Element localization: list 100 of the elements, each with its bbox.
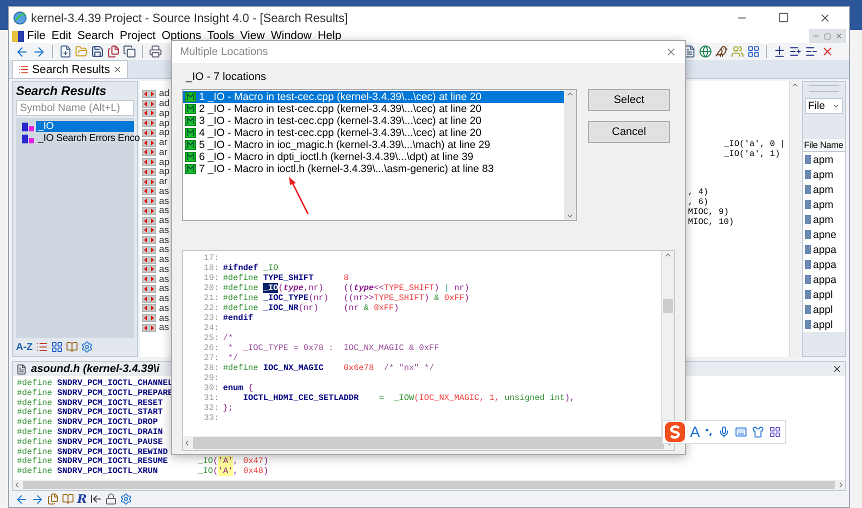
menu-item[interactable]: File (24, 30, 49, 42)
punctuation-icon[interactable] (705, 427, 714, 437)
location-item[interactable]: 1 _IO - Macro in test-cec.cpp (kernel-3.4.39\...\cec) at line 20 (183, 91, 564, 103)
grid-icon[interactable] (769, 426, 782, 438)
files-icon[interactable] (47, 493, 59, 505)
symbol-name-field[interactable]: Symbol Name (Alt+L) (16, 100, 134, 116)
diff-icon[interactable] (773, 45, 786, 58)
relation-button[interactable]: R (77, 492, 87, 506)
list-minus-icon[interactable] (805, 45, 818, 58)
tree-item[interactable]: _IO Search Errors Enco (36, 133, 142, 144)
column-header[interactable]: File Name (803, 139, 845, 152)
location-item[interactable]: 2 _IO - Macro in test-cec.cpp (kernel-3.4.39\...\cec) at line 20 (183, 103, 564, 115)
input-method-logo[interactable] (665, 422, 685, 442)
arrows-icon[interactable] (142, 314, 156, 322)
location-item[interactable]: 3 _IO - Macro in test-cec.cpp (kernel-3.4.39\...\cec) at line 20 (183, 115, 564, 127)
menu-item[interactable]: Search (74, 30, 117, 42)
arrows-icon[interactable] (142, 236, 156, 244)
arrows-icon[interactable] (142, 216, 156, 225)
microphone-icon[interactable] (718, 426, 730, 438)
globe-icon[interactable] (699, 45, 712, 58)
menu-item[interactable]: Tools (204, 30, 238, 42)
arrows-icon[interactable] (142, 226, 156, 234)
search-results-tab[interactable]: Search Results (12, 60, 128, 78)
back-icon[interactable] (15, 492, 28, 506)
scroll-up-icon[interactable] (566, 90, 574, 98)
tree-item[interactable]: _IO (36, 121, 134, 132)
menu-app-icon[interactable] (12, 30, 24, 42)
location-item[interactable]: 5 _IO - Macro in ioc_magic.h (kernel-3.4.39\...\mach) at line 29 (183, 139, 564, 151)
arrows-icon[interactable] (142, 178, 156, 186)
arrows-icon[interactable] (142, 168, 156, 176)
scroll-up-icon[interactable] (791, 81, 799, 89)
arrows-icon[interactable] (142, 128, 156, 137)
horizontal-scrollbar[interactable] (183, 436, 674, 450)
menu-item[interactable]: Project (116, 30, 159, 42)
arrows-icon[interactable] (142, 148, 156, 156)
arrows-icon[interactable] (142, 324, 156, 332)
bird-icon[interactable] (715, 45, 728, 58)
location-item[interactable]: 7 _IO - Macro in ioctl.h (kernel-3.4.39\...\asm-generic) at line 83 (183, 163, 564, 175)
arrows-icon[interactable] (142, 158, 156, 166)
symbols-icon[interactable] (50, 341, 63, 353)
arrows-icon[interactable] (142, 294, 156, 303)
scroll-left-icon[interactable] (13, 481, 21, 489)
document-icon[interactable] (683, 45, 696, 58)
scroll-thumb[interactable] (663, 299, 673, 313)
arrows-icon[interactable] (142, 90, 156, 98)
vertical-scrollbar[interactable] (564, 90, 576, 220)
arrows-icon[interactable] (142, 275, 156, 284)
arrows-icon[interactable] (142, 138, 156, 147)
close-icon[interactable] (832, 364, 842, 374)
arrows-icon[interactable] (142, 284, 156, 293)
lock-icon[interactable] (104, 493, 117, 505)
menu-item[interactable]: Window (268, 30, 315, 42)
select-button[interactable]: Select (588, 89, 670, 111)
list-plus-icon[interactable] (789, 45, 802, 58)
arrows-icon[interactable] (142, 265, 156, 274)
scroll-up-icon[interactable] (664, 251, 672, 259)
arrows-icon[interactable] (142, 304, 156, 312)
files-icon[interactable] (107, 45, 120, 58)
arrows-icon[interactable] (142, 256, 156, 264)
arrows-icon[interactable] (142, 246, 156, 254)
maximize-icon[interactable] (778, 12, 789, 23)
menu-item[interactable]: Options (158, 30, 204, 42)
back-icon[interactable] (15, 44, 29, 58)
scroll-right-icon[interactable] (837, 481, 845, 489)
forward-icon[interactable] (32, 44, 46, 58)
location-item[interactable]: 4 _IO - Macro in test-cec.cpp (kernel-3.4.39\...\cec) at line 20 (183, 127, 564, 139)
grip-handle[interactable] (809, 85, 839, 92)
arrows-icon[interactable] (142, 100, 156, 108)
forward-icon[interactable] (31, 492, 44, 506)
delete-icon[interactable] (821, 45, 834, 58)
location-item[interactable]: 6 _IO - Macro in dpti_ioctl.h (kernel-3.4.39\...\dpt) at line 39 (183, 151, 564, 163)
arrows-icon[interactable] (142, 119, 156, 128)
arrows-icon[interactable] (142, 109, 156, 118)
book-icon[interactable] (62, 493, 74, 505)
settings-icon[interactable] (80, 341, 93, 353)
shirt-icon[interactable] (752, 426, 764, 438)
menu-item[interactable]: Edit (48, 30, 74, 42)
close-icon[interactable] (819, 12, 831, 24)
restore-icon[interactable] (824, 32, 831, 40)
outdent-icon[interactable] (90, 493, 102, 505)
arrows-icon[interactable] (142, 197, 156, 206)
scroll-left-icon[interactable] (183, 439, 191, 447)
printer-icon[interactable] (149, 45, 162, 58)
language-toggle[interactable]: A (690, 424, 700, 440)
book-icon[interactable] (66, 341, 78, 353)
vertical-scrollbar[interactable] (661, 251, 674, 436)
scroll-down-icon[interactable] (566, 212, 574, 220)
close-icon[interactable] (112, 65, 122, 74)
copy-icon[interactable] (123, 45, 136, 58)
menu-item[interactable]: Help (314, 30, 344, 42)
horizontal-scrollbar[interactable] (13, 480, 845, 490)
keyboard-icon[interactable] (735, 426, 748, 438)
menu-item[interactable]: View (237, 30, 268, 42)
arrows-icon[interactable] (142, 206, 156, 215)
save-icon[interactable] (91, 45, 104, 58)
new-file-icon[interactable] (59, 45, 72, 58)
grid-icon[interactable] (747, 45, 760, 58)
sort-button[interactable]: A-Z (16, 342, 33, 352)
vertical-scrollbar[interactable] (789, 81, 800, 357)
cancel-button[interactable]: Cancel (588, 121, 670, 143)
